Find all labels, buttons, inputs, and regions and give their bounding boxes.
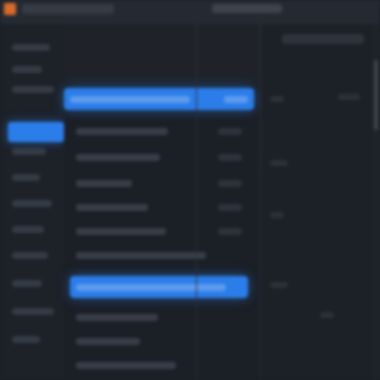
- row-meta: [218, 154, 242, 161]
- app-window: [0, 0, 380, 380]
- sidebar-item[interactable]: [12, 86, 54, 93]
- window-title: [212, 4, 282, 13]
- sidebar-item[interactable]: [12, 226, 44, 233]
- row-label: [76, 314, 158, 321]
- row-label: [70, 96, 190, 103]
- row-meta: [224, 96, 248, 103]
- list-row[interactable]: [70, 354, 248, 376]
- row-meta: [218, 228, 242, 235]
- list-row-selected[interactable]: [70, 276, 248, 298]
- sidebar-item[interactable]: [12, 148, 46, 155]
- sidebar-item[interactable]: [12, 200, 52, 207]
- pane-divider[interactable]: [260, 24, 261, 380]
- row-meta: [218, 128, 242, 135]
- row-label: [76, 154, 160, 161]
- sidebar-item[interactable]: [12, 174, 40, 181]
- sidebar-item[interactable]: [12, 336, 40, 343]
- row-label: [76, 362, 176, 369]
- detail-header: [282, 34, 364, 44]
- row-label: [76, 204, 148, 211]
- scrollbar-thumb[interactable]: [374, 60, 378, 130]
- list-row[interactable]: [70, 120, 248, 142]
- list-header: [64, 24, 260, 82]
- list-row[interactable]: [70, 330, 248, 352]
- row-label: [76, 228, 166, 235]
- list-row[interactable]: [70, 244, 248, 266]
- row-meta: [218, 180, 242, 187]
- row-label: [76, 338, 140, 345]
- list-row[interactable]: [70, 146, 248, 168]
- detail-cell: [270, 212, 284, 218]
- list-row[interactable]: [70, 196, 248, 218]
- sidebar-item[interactable]: [12, 66, 42, 73]
- detail-cell: [320, 312, 334, 318]
- sidebar-item-active[interactable]: [8, 122, 64, 142]
- list-row[interactable]: [70, 220, 248, 242]
- list-row-selected[interactable]: [64, 88, 254, 110]
- detail-cell: [338, 94, 360, 100]
- sidebar: [0, 24, 65, 380]
- row-label: [76, 284, 226, 291]
- title-bar: [0, 0, 380, 25]
- detail-cell: [270, 282, 288, 288]
- list-row[interactable]: [70, 306, 248, 328]
- detail-pane: [262, 24, 380, 380]
- row-meta: [218, 204, 242, 211]
- sidebar-item[interactable]: [12, 308, 54, 315]
- detail-cell: [270, 160, 288, 166]
- list-row[interactable]: [70, 172, 248, 194]
- row-label: [76, 180, 132, 187]
- sidebar-item[interactable]: [12, 252, 48, 259]
- row-label: [76, 252, 206, 259]
- sidebar-item[interactable]: [12, 44, 50, 51]
- row-label: [76, 128, 168, 135]
- detail-cell: [270, 96, 284, 102]
- sidebar-item[interactable]: [12, 280, 42, 287]
- menu-bar[interactable]: [22, 4, 114, 14]
- column-divider: [196, 24, 197, 380]
- app-logo-icon[interactable]: [4, 3, 16, 15]
